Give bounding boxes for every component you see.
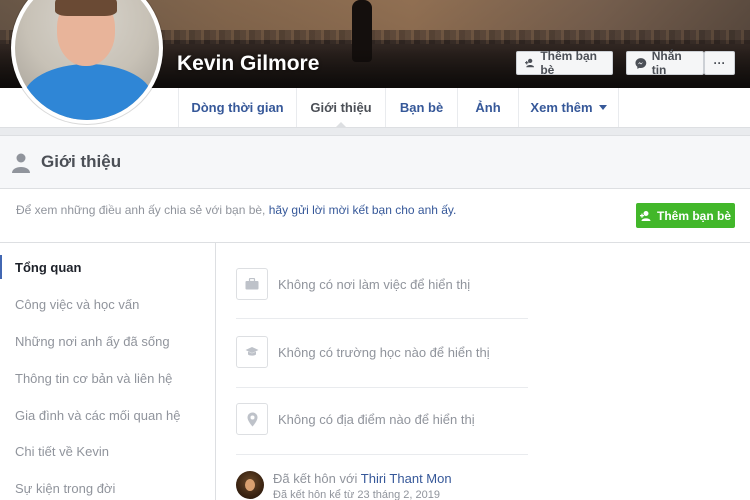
relationship-date: Đã kết hôn kể từ 23 tháng 2, 2019: [273, 489, 440, 500]
about-add-friend-button[interactable]: Thêm bạn bè: [636, 203, 735, 228]
sidebar-divider: [215, 243, 216, 500]
send-request-link[interactable]: hãy gửi lời mời kết bạn cho anh ấy.: [269, 203, 457, 217]
tab-photos[interactable]: Ảnh: [457, 88, 518, 127]
about-header: Giới thiệu: [0, 136, 750, 189]
briefcase-icon: [236, 268, 268, 300]
sidebar-item-contact-info[interactable]: Thông tin cơ bản và liên hệ: [0, 366, 214, 390]
profile-avatar[interactable]: [11, 0, 163, 124]
overview-places-row: Không có địa điểm nào để hiển thị: [236, 403, 475, 435]
spouse-avatar[interactable]: [236, 471, 264, 499]
relationship-row: Đã kết hôn với Thiri Thant Mon Đã kết hô…: [236, 471, 452, 500]
tab-friends[interactable]: Bạn bè: [385, 88, 457, 127]
avatar-shirt: [23, 64, 153, 120]
location-pin-icon: [236, 403, 268, 435]
add-friend-icon: [639, 210, 651, 221]
notice-text: Để xem những điều anh ấy chia sẻ với bạn…: [16, 203, 269, 217]
section-divider: [0, 242, 750, 243]
profile-name[interactable]: Kevin Gilmore: [177, 52, 319, 76]
tab-more[interactable]: Xem thêm: [518, 88, 619, 127]
add-friend-button[interactable]: Thêm bạn bè: [516, 49, 613, 77]
overview-places-text: Không có địa điểm nào để hiển thị: [278, 411, 475, 427]
sidebar-item-work-education[interactable]: Công việc và học vấn: [0, 292, 214, 316]
overview-education-text: Không có trường học nào để hiển thị: [278, 344, 490, 360]
row-divider: [236, 387, 528, 388]
tab-more-label: Xem thêm: [530, 100, 593, 115]
avatar-hair: [55, 0, 117, 16]
relationship-line: Đã kết hôn với Thiri Thant Mon: [273, 471, 452, 487]
graduation-cap-icon: [236, 336, 268, 368]
about-add-friend-label: Thêm bạn bè: [656, 208, 731, 223]
person-icon: [12, 153, 30, 173]
relationship-prefix: Đã kết hôn với: [273, 471, 361, 486]
overview-work-row: Không có nơi làm việc để hiển thị: [236, 268, 470, 300]
about-title: Giới thiệu: [41, 152, 122, 171]
chevron-down-icon: [598, 105, 607, 110]
tab-about[interactable]: Giới thiệu: [296, 88, 385, 128]
spouse-link[interactable]: Thiri Thant Mon: [361, 471, 452, 486]
profile-photo: [15, 0, 159, 120]
about-panel: Giới thiệu Để xem những điều anh ấy chia…: [0, 135, 750, 500]
overview-work-text: Không có nơi làm việc để hiển thị: [278, 276, 471, 292]
message-button[interactable]: Nhắn tin: [626, 49, 704, 77]
row-divider: [236, 454, 528, 455]
more-dots-icon: ···: [713, 56, 726, 70]
friend-request-notice: Để xem những điều anh ấy chia sẻ với bạn…: [16, 203, 456, 217]
sidebar-item-details[interactable]: Chi tiết về Kevin: [0, 439, 214, 463]
add-friend-icon: [525, 58, 535, 68]
add-friend-label: Thêm bạn bè: [540, 49, 597, 77]
sidebar-item-places-lived[interactable]: Những nơi anh ấy đã sống: [0, 329, 214, 353]
sidebar-item-family-relationships[interactable]: Gia đình và các mối quan hệ: [0, 403, 214, 427]
row-divider: [236, 318, 528, 319]
message-label: Nhắn tin: [651, 49, 682, 77]
sidebar-item-overview[interactable]: Tổng quan: [0, 255, 214, 279]
sidebar-item-life-events[interactable]: Sự kiện trong đời: [0, 476, 214, 500]
messenger-icon: [635, 57, 647, 69]
relationship-text: Đã kết hôn với Thiri Thant Mon Đã kết hô…: [273, 471, 452, 500]
more-options-button[interactable]: ···: [704, 51, 735, 75]
overview-education-row: Không có trường học nào để hiển thị: [236, 336, 490, 368]
tab-timeline[interactable]: Dòng thời gian: [178, 88, 296, 127]
